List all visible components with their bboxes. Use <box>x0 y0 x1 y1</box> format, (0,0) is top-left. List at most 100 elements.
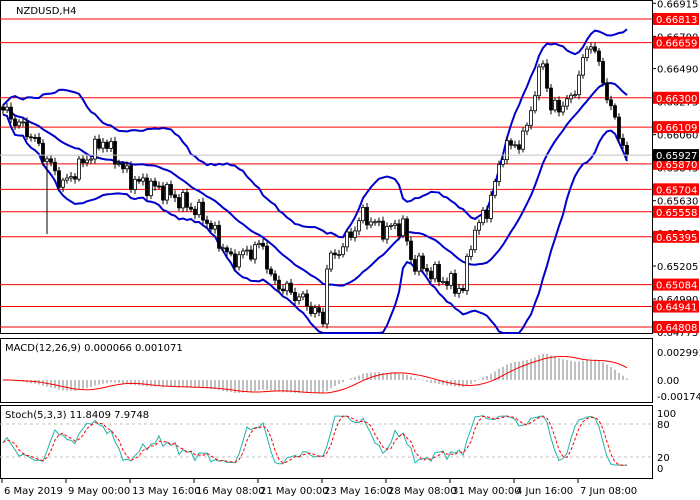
candle-bull <box>377 220 381 223</box>
macd-histogram-bar <box>114 380 116 383</box>
candle-bull <box>457 288 461 294</box>
candle-bull <box>85 159 89 164</box>
candle-bull <box>101 141 105 149</box>
candle-bull <box>433 264 437 280</box>
candle-bull <box>241 250 245 256</box>
level-label: 0.65704 <box>656 185 697 196</box>
candle-bear <box>273 273 277 281</box>
macd-histogram-bar <box>242 380 244 393</box>
candle-bear <box>9 106 13 120</box>
candle-bear <box>305 293 309 307</box>
macd-histogram-bar <box>410 376 412 380</box>
candle-bear <box>97 138 101 149</box>
macd-histogram-bar <box>278 380 280 392</box>
macd-histogram-bar <box>434 380 436 384</box>
macd-tick-label: -0.001743 <box>657 392 700 403</box>
candle-bull <box>361 207 365 222</box>
macd-histogram-bar <box>482 377 484 380</box>
current-price-label: 0.65927 <box>656 151 697 162</box>
candle-bear <box>193 208 197 216</box>
macd-histogram-bar <box>586 359 588 380</box>
candle-bull <box>257 242 261 246</box>
macd-histogram-bar <box>622 375 624 380</box>
candle-bull <box>17 121 21 127</box>
macd-histogram-bar <box>310 380 312 394</box>
trading-chart[interactable]: 0.669150.667000.664900.662750.660600.658… <box>0 0 700 500</box>
candle-bear <box>173 194 177 198</box>
candle-bear <box>333 252 337 256</box>
candle-bull <box>69 176 73 179</box>
candle-bull <box>493 181 497 196</box>
macd-histogram-bar <box>118 380 120 383</box>
stoch-tick-label: 80 <box>657 420 670 431</box>
candle-bull <box>149 180 153 197</box>
time-axis: 6 May 2019 9 May 00:00 13 May 16:0016 May … <box>1 479 637 497</box>
level-label: 0.64941 <box>656 303 697 314</box>
macd-histogram-bar <box>330 380 332 389</box>
macd-histogram-bar <box>390 373 392 380</box>
macd-histogram-bar <box>254 380 256 392</box>
candle-bear <box>53 161 57 172</box>
stoch-tick-label: 0 <box>657 464 663 475</box>
macd-histogram-bar <box>110 380 112 383</box>
bollinger-middle-band <box>2 82 628 287</box>
macd-histogram-bar <box>598 360 600 380</box>
macd-histogram-bar <box>142 380 144 386</box>
macd-histogram-bar <box>378 372 380 380</box>
candle-bull <box>501 159 505 165</box>
macd-histogram-bar <box>358 375 360 380</box>
candle-bear <box>601 60 605 84</box>
candle-bull <box>529 110 533 126</box>
macd-histogram-bar <box>146 380 148 387</box>
candle-bear <box>33 137 37 139</box>
macd-histogram-bar <box>78 380 80 390</box>
macd-histogram-bar <box>534 357 536 380</box>
candle-bull <box>533 95 537 112</box>
macd-histogram-bar <box>306 380 308 393</box>
candle-bull <box>253 244 257 260</box>
candle-bull <box>341 246 345 255</box>
macd-histogram-bar <box>398 374 400 380</box>
candle-bear <box>557 99 561 113</box>
macd-histogram-bar <box>90 380 92 388</box>
candle-bull <box>589 46 593 50</box>
candle-bull <box>497 163 501 182</box>
candle-bull <box>297 296 301 302</box>
macd-histogram-bar <box>86 380 88 389</box>
macd-histogram-bar <box>518 361 520 380</box>
macd-histogram-bar <box>474 380 476 382</box>
macd-histogram-bar <box>458 380 460 387</box>
candle-bear <box>1 106 5 111</box>
macd-histogram-bar <box>522 360 524 380</box>
candle-bull <box>553 99 557 111</box>
price-panel[interactable]: 0.669150.667000.664900.662750.660600.658… <box>0 0 699 339</box>
stoch-tick-label: 100 <box>657 409 676 420</box>
candle-bull <box>301 293 305 298</box>
candle-bull <box>313 307 317 314</box>
level-label: 0.66813 <box>656 15 697 26</box>
candle-bull <box>109 141 113 149</box>
macd-histogram-bar <box>326 380 328 392</box>
candle-bear <box>293 291 297 302</box>
candle-bull <box>525 124 529 132</box>
candle-bull <box>469 249 473 257</box>
candle-bull <box>89 158 93 161</box>
candle-bear <box>421 255 425 269</box>
macd-histogram-bar <box>606 364 608 380</box>
candle-bull <box>133 178 137 190</box>
candle-bull <box>541 63 545 68</box>
macd-histogram-bar <box>234 380 236 394</box>
macd-histogram-bar <box>338 380 340 385</box>
candle-bull <box>473 229 477 251</box>
candle-bear <box>57 170 61 188</box>
candle-bear <box>517 144 521 150</box>
chart-canvas[interactable]: 0.669150.667000.664900.662750.660600.658… <box>0 0 700 500</box>
x-tick-label: 21 May 00:00 <box>260 486 329 497</box>
candle-bear <box>41 142 45 162</box>
macd-histogram-bar <box>318 380 320 394</box>
candle-bull <box>561 105 565 113</box>
candle-bull <box>369 221 373 226</box>
candle-bull <box>569 94 573 100</box>
chart-title: NZDUSD,H4 <box>16 6 76 17</box>
macd-histogram-bar <box>130 380 132 385</box>
